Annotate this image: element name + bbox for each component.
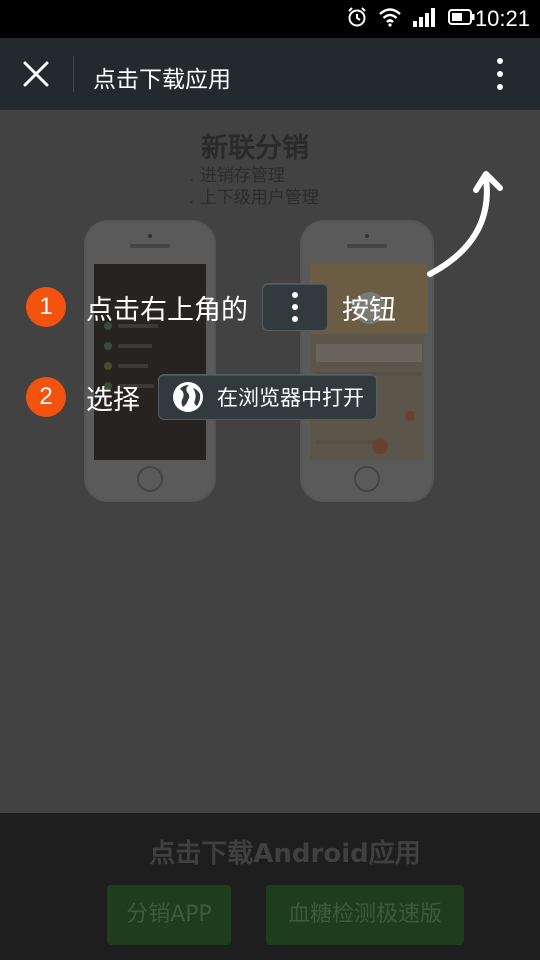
step-text: 选择 (86, 384, 140, 416)
alarm-icon (346, 6, 368, 32)
download-title: 点击下载Android应用 (149, 839, 421, 869)
nav-divider (73, 56, 74, 92)
browser-label: 在浏览器中打开 (217, 386, 364, 410)
instruction-step-2: 2 选择 在浏览器中打开 (26, 372, 377, 422)
wifi-icon (378, 7, 402, 31)
page-title: 点击下载应用 (93, 67, 231, 93)
promo-feature: . 进销存管理 (189, 166, 285, 186)
battery-icon (448, 8, 476, 30)
more-menu-button[interactable] (480, 54, 520, 94)
more-vertical-icon (497, 58, 503, 90)
download-distribution-app-button[interactable]: 分销APP (107, 885, 231, 945)
close-icon (23, 61, 49, 87)
step-number-badge: 2 (26, 377, 66, 417)
status-icons (346, 6, 476, 32)
phone-mockup-right (300, 220, 434, 502)
open-in-browser-hint: 在浏览器中打开 (158, 374, 377, 420)
promo-feature: . 上下级用户管理 (189, 188, 319, 208)
status-time: 10:21 (474, 6, 530, 31)
more-vertical-icon (292, 292, 298, 322)
signal-icon (412, 7, 438, 31)
instruction-step-1: 1 点击右上角的 按钮 (26, 282, 396, 332)
nav-bar: 点击下载应用 (0, 38, 540, 110)
more-button-hint (262, 283, 328, 331)
status-bar: 10:21 (0, 0, 540, 38)
download-bar: 点击下载Android应用 分销APP 血糖检测极速版 (0, 813, 540, 960)
promo-features: . 进销存管理 . 上下级用户管理 (189, 165, 319, 209)
step-text: 按钮 (342, 294, 396, 326)
globe-icon (173, 382, 203, 412)
step-number-badge: 1 (26, 287, 66, 327)
pointer-arrow-icon (427, 171, 503, 277)
step-text: 点击右上角的 (86, 294, 248, 326)
close-button[interactable] (14, 52, 58, 96)
phone-mockup-left (84, 220, 216, 502)
download-glucose-app-button[interactable]: 血糖检测极速版 (266, 885, 464, 945)
